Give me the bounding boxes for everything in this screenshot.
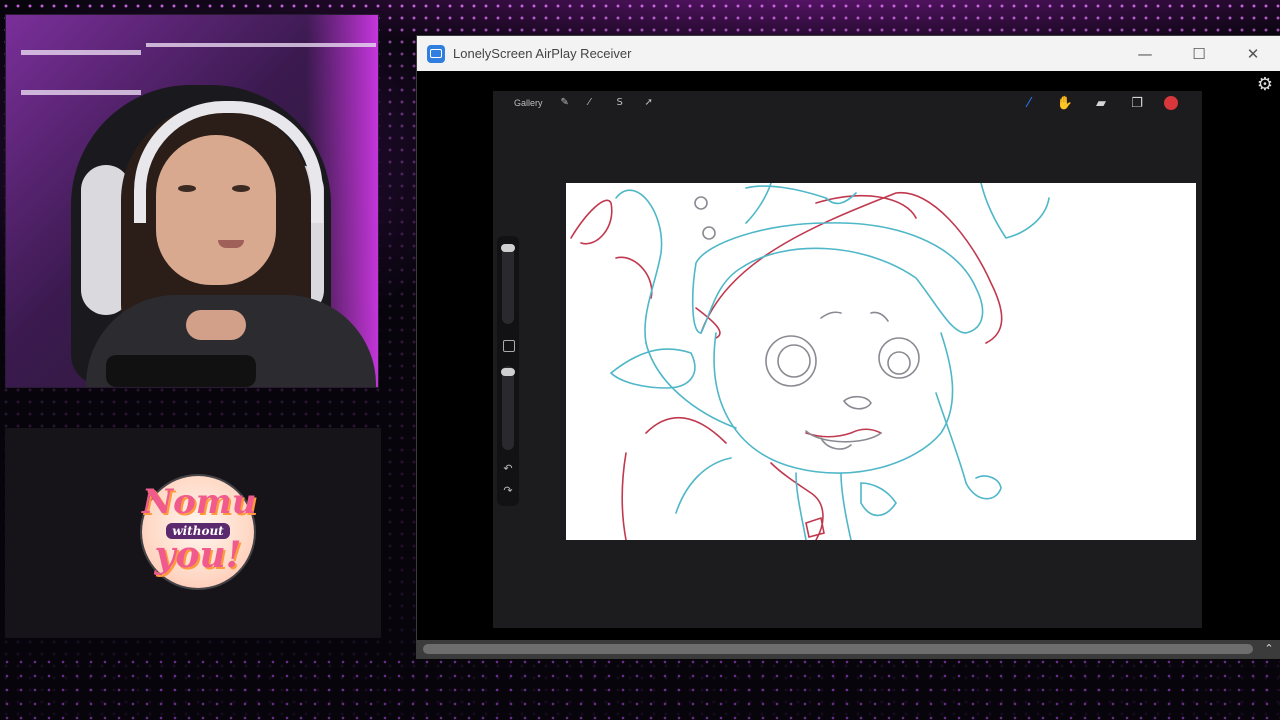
opacity-slider[interactable] (501, 366, 515, 450)
scrollbar-thumb[interactable] (423, 644, 1253, 654)
brush-icon[interactable]: ⁄ (1020, 94, 1038, 112)
close-button[interactable]: ✕ (1226, 36, 1280, 71)
transform-icon[interactable]: ➚ (645, 98, 655, 108)
opacity-handle[interactable] (501, 368, 515, 376)
mouth (218, 240, 244, 248)
minimize-button[interactable]: — (1118, 36, 1172, 71)
airplay-receiver-window: LonelyScreen AirPlay Receiver — ☐ ✕ ⚙ Ga… (417, 36, 1280, 658)
airplay-icon (427, 44, 445, 63)
redo-icon[interactable]: ↷ (501, 484, 515, 498)
chevron-up-icon[interactable]: ⌃ (1262, 640, 1276, 658)
eyedropper-button[interactable] (503, 340, 515, 352)
gear-icon[interactable]: ⚙ (1256, 76, 1274, 94)
title-bar[interactable]: LonelyScreen AirPlay Receiver — ☐ ✕ (417, 36, 1280, 71)
procreate-toolbar: Gallery ✎ ⁄ S ➚ ⁄ ✋ ▰ ❐ (493, 91, 1202, 115)
smudge-icon[interactable]: ✋ (1056, 94, 1074, 112)
channel-logo: Nomu without you! (142, 476, 257, 588)
logo-text-line3: you! (154, 534, 242, 576)
horizontal-scrollbar[interactable]: ⌃ (417, 640, 1280, 658)
shelf (21, 50, 141, 55)
procreate-sidebar: ↶ ↷ (497, 236, 519, 506)
background-dot-pattern-bottom (0, 655, 1280, 720)
maximize-button[interactable]: ☐ (1172, 36, 1226, 71)
color-picker-button[interactable] (1164, 96, 1178, 110)
mirrored-screen: Gallery ✎ ⁄ S ➚ ⁄ ✋ ▰ ❐ ↶ ↷ (493, 91, 1202, 628)
wrench-icon[interactable]: ✎ (561, 98, 571, 108)
layers-icon[interactable]: ❐ (1128, 94, 1146, 112)
webcam-feed (5, 14, 379, 388)
window-title: LonelyScreen AirPlay Receiver (453, 46, 632, 61)
adjustments-icon[interactable]: ⁄ (589, 98, 599, 108)
logo-panel: Nomu without you! (5, 428, 381, 638)
drawing-canvas[interactable] (566, 183, 1196, 540)
sketch-drawing (570, 183, 1050, 540)
microphone (106, 355, 256, 387)
toolbar-right-tools: ⁄ ✋ ▰ ❐ (1020, 94, 1178, 112)
brush-size-handle[interactable] (501, 244, 515, 252)
shelf (21, 90, 141, 95)
hands (186, 310, 246, 340)
undo-icon[interactable]: ↶ (501, 462, 515, 476)
eraser-icon[interactable]: ▰ (1092, 94, 1110, 112)
window-controls: — ☐ ✕ (1118, 36, 1280, 71)
selection-icon[interactable]: S (617, 98, 627, 108)
logo-text-line1: Nomu (142, 482, 257, 522)
gallery-button[interactable]: Gallery (514, 98, 543, 108)
shelf (146, 43, 376, 47)
brush-size-slider[interactable] (501, 244, 515, 324)
